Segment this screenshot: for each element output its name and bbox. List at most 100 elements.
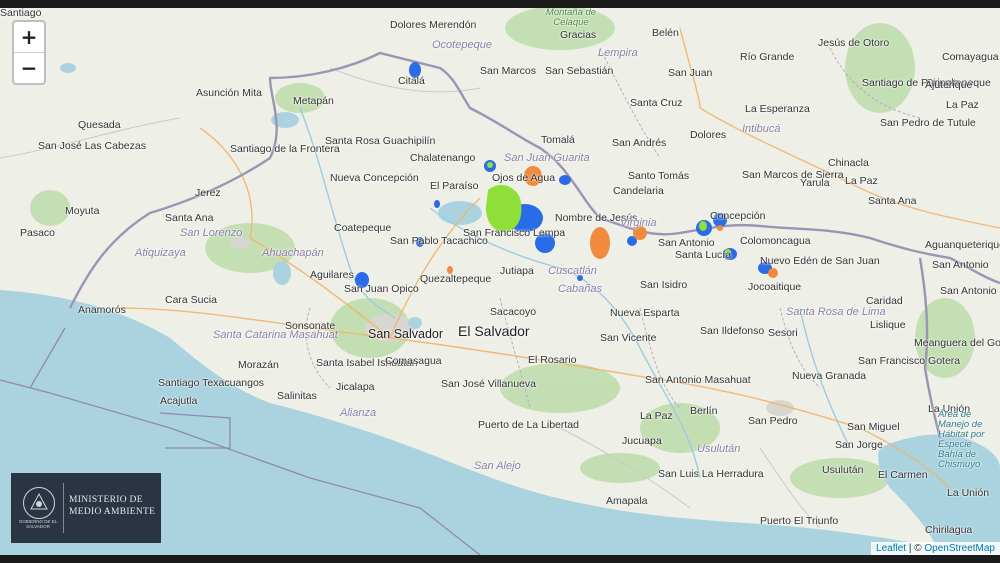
place-label: Meanguera del Golfo <box>914 337 1000 349</box>
place-label: San Antonio <box>932 259 989 271</box>
place-label: Jesús de Otoro <box>818 37 890 49</box>
place-label: San Pedro <box>748 415 798 427</box>
place-label: La Esperanza <box>745 103 810 115</box>
place-label: Concepción <box>710 210 766 222</box>
place-label: Quezaltepeque <box>420 273 492 285</box>
place-label: Lislique <box>870 319 906 331</box>
place-label: Puerto El Triunfo <box>760 515 839 527</box>
country-label: El Salvador <box>458 323 530 339</box>
place-label: Alianza <box>340 407 377 419</box>
place-label: San Francisco Gotera <box>858 355 961 367</box>
place-label: San José Villanueva <box>441 378 536 390</box>
place-label: Amapala <box>606 495 648 507</box>
place-label: Jutiapa <box>500 265 534 277</box>
place-label: San Ildefonso <box>700 325 765 337</box>
place-label: Santa Rosa Guachipilín <box>325 135 436 147</box>
place-label: Colomoncagua <box>740 235 811 247</box>
osm-link[interactable]: OpenStreetMap <box>924 543 995 554</box>
place-label: El Rosario <box>528 354 577 366</box>
place-label: Aguilares <box>310 269 354 281</box>
place-label: Santiago Texacuangos <box>158 377 265 389</box>
place-label: La Unión <box>947 487 990 499</box>
ministry-logo: GOBIERNO DE EL SALVADOR MINISTERIO DE ME… <box>11 473 161 543</box>
place-label: Santiago <box>0 8 42 19</box>
place-label: Santo Tomás <box>628 170 690 182</box>
place-label: Comasagua <box>385 355 442 367</box>
place-label: San Miguel <box>847 421 900 433</box>
park-label: Montaña de Celaque <box>545 8 597 28</box>
place-label: Jocoaitique <box>748 281 802 293</box>
place-label: Dolores <box>690 129 727 141</box>
place-label: Santa Ana <box>868 195 917 207</box>
place-label: Atiquizaya <box>135 247 186 259</box>
place-label: Lempira <box>598 47 638 59</box>
place-label: Quesada <box>78 119 121 131</box>
place-label: San José Las Cabezas <box>38 140 146 152</box>
place-label: Acajutla <box>160 395 198 407</box>
place-label: Comayagua <box>942 51 999 63</box>
place-label: Intibucá <box>742 123 781 135</box>
place-label: San Sebastián <box>545 65 614 77</box>
place-label: Nuevo Edén de San Juan <box>760 255 880 267</box>
place-label: Belén <box>652 27 679 39</box>
place-label: Gracias <box>560 29 597 41</box>
place-label: Puerto de La Libertad <box>478 419 579 431</box>
place-label: Virginia <box>620 217 657 229</box>
place-label: Salinitas <box>277 390 317 402</box>
attribution-separator: | © <box>906 543 925 554</box>
place-label: Nueva Granada <box>792 370 867 382</box>
logo-divider <box>63 483 64 533</box>
place-label: Sonsonate <box>285 320 336 332</box>
place-label: Anamorós <box>78 304 126 316</box>
place-label: Candelaria <box>613 185 664 197</box>
place-label: Chirilagua <box>925 524 973 536</box>
place-label: Ajuterique <box>925 79 973 91</box>
place-label: San Andrés <box>612 137 667 149</box>
place-label: Cuscatlán <box>548 265 597 277</box>
place-label: San Pablo Tacachico <box>390 235 488 247</box>
place-label: Aguanqueterique <box>925 239 1000 251</box>
place-label: El Carmen <box>878 469 928 481</box>
place-label: Berlín <box>690 405 718 417</box>
ministry-name: MINISTERIO DE MEDIO AMBIENTE <box>69 495 156 517</box>
place-label: Usulután <box>822 464 864 476</box>
place-label: Caridad <box>866 295 903 307</box>
place-label: San Luis La Herradura <box>658 468 764 480</box>
place-label: Tomalá <box>541 134 575 146</box>
place-label: San Antonio del Norte <box>940 285 1000 297</box>
zoom-in-button[interactable]: + <box>14 22 44 52</box>
protected-area-label: Área de Manejo de Hábitat por Especie Ba… <box>938 409 985 470</box>
place-label: Metapán <box>293 95 334 107</box>
place-label: Jerez <box>195 187 221 199</box>
place-label: San Alejo <box>474 460 521 472</box>
place-label: San Juan Guarita <box>504 152 590 164</box>
zoom-out-button[interactable]: − <box>14 52 44 83</box>
place-label: Ahuachapán <box>262 247 324 259</box>
place-label: Moyuta <box>65 205 100 217</box>
map-frame: Dolores Merendón Ocotepeque Citalá San Marc… <box>0 0 1000 563</box>
place-label: Nueva Esparta <box>610 307 680 319</box>
place-label: La Paz <box>640 410 673 422</box>
place-label: Santa Cruz <box>630 97 683 109</box>
leaflet-link[interactable]: Leaflet <box>876 543 906 554</box>
place-label: Cara Sucia <box>165 294 217 306</box>
place-label: Dolores Merendón <box>390 19 477 31</box>
place-label: San Lorenzo <box>180 227 243 239</box>
place-label: San Juan Opico <box>344 283 419 295</box>
place-label: Jicalapa <box>336 381 375 393</box>
place-label: Santa Ana <box>165 212 214 224</box>
zoom-control: + − <box>12 20 46 85</box>
place-label: Cabañas <box>558 283 603 295</box>
place-label: Sacacoyo <box>490 306 537 318</box>
place-label: Yarula <box>800 177 830 189</box>
place-label: Pasaco <box>20 227 56 239</box>
place-label: Chalatenango <box>410 152 476 164</box>
place-label: Nueva Concepción <box>330 172 419 184</box>
place-label: La Paz <box>946 99 979 111</box>
place-label: San Marcos <box>480 65 537 77</box>
government-seal-icon <box>23 487 55 519</box>
place-label: San Antonio <box>658 237 715 249</box>
place-label: El Paraíso <box>430 180 479 192</box>
place-label: San Jorge <box>835 439 883 451</box>
place-label: Citalá <box>398 75 425 87</box>
